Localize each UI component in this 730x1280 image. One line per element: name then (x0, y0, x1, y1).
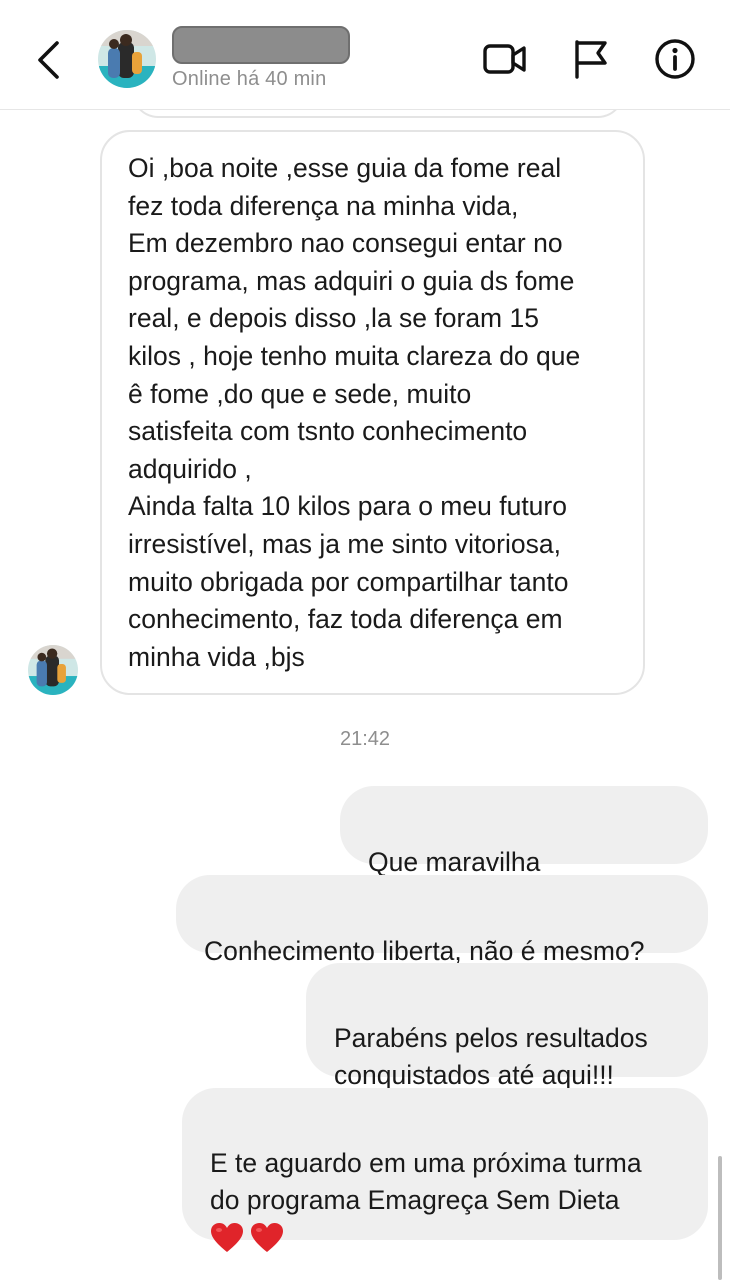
info-button[interactable] (652, 36, 698, 82)
report-button[interactable] (568, 36, 614, 82)
sent-message-bubble[interactable]: E te aguardo em uma próxima turma do pro… (182, 1088, 708, 1252)
scrollbar[interactable] (718, 1156, 722, 1280)
flag-icon (575, 40, 607, 79)
received-message-bubble[interactable]: Oi ,boa noite ,esse guia da fome real fe… (100, 130, 645, 695)
video-call-button[interactable] (482, 36, 528, 82)
chat-screen: Online há 40 min Oi ,boa noite ,esse gui… (0, 0, 730, 1280)
sent-message-text: Parabéns pelos resultados conquistados a… (334, 1022, 648, 1091)
sent-message-bubble[interactable]: Parabéns pelos resultados conquistados a… (306, 963, 708, 1090)
video-call-icon (483, 44, 526, 74)
online-status: Online há 40 min (172, 68, 327, 90)
contact-info[interactable]: Online há 40 min (172, 26, 350, 91)
info-icon (655, 39, 695, 79)
sender-avatar[interactable] (28, 645, 78, 695)
avatar-image (28, 645, 78, 695)
red-heart-emoji (210, 1222, 680, 1254)
back-button[interactable] (26, 36, 70, 84)
chevron-left-icon (38, 41, 59, 79)
sent-message-text: Que maravilha (368, 846, 541, 877)
red-heart-icon (251, 1222, 283, 1252)
chat-header: Online há 40 min (0, 0, 730, 110)
sent-message-text: E te aguardo em uma próxima turma do pro… (210, 1147, 642, 1216)
avatar-image (98, 30, 156, 88)
red-heart-icon (211, 1222, 243, 1252)
contact-name-redacted (172, 26, 350, 64)
sent-message-text: Conhecimento liberta, não é mesmo? (204, 935, 645, 966)
message-timestamp: 21:42 (339, 728, 391, 750)
contact-avatar[interactable] (98, 30, 156, 88)
sent-message-bubble[interactable]: Conhecimento liberta, não é mesmo? (176, 875, 708, 966)
sent-message-bubble[interactable]: Que maravilha (340, 786, 708, 917)
received-message-text: Oi ,boa noite ,esse guia da fome real fe… (128, 153, 581, 672)
